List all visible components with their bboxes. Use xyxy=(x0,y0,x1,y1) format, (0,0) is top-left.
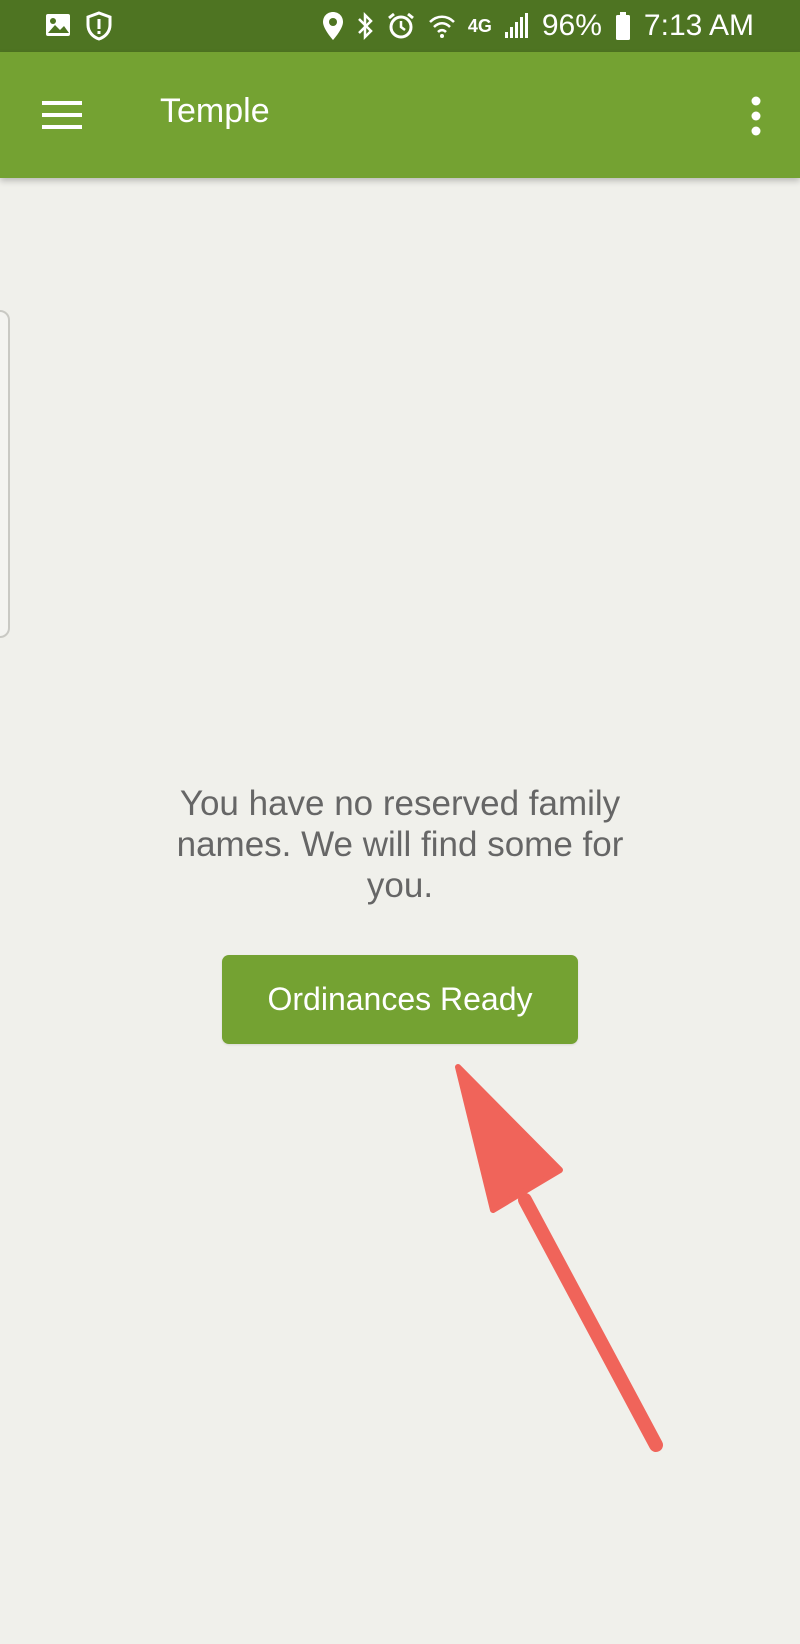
ordinances-ready-button[interactable]: Ordinances Ready xyxy=(222,955,578,1044)
empty-state-message: You have no reserved family names. We wi… xyxy=(176,784,624,905)
battery-icon xyxy=(615,12,630,40)
battery-percent: 96% xyxy=(541,9,602,42)
shield-alert-icon xyxy=(86,11,112,41)
bluetooth-icon xyxy=(357,11,373,41)
network-4g-icon: 4G xyxy=(467,15,492,36)
wifi-icon xyxy=(428,15,455,38)
hamburger-menu-icon[interactable] xyxy=(40,98,84,132)
app-bar: Temple xyxy=(0,52,800,178)
more-vertical-icon[interactable] xyxy=(748,96,764,136)
status-left-icons xyxy=(44,11,112,41)
status-bar: 4G 96% 7:13 AM xyxy=(0,0,800,52)
side-drawer-handle[interactable] xyxy=(0,310,10,638)
page-title: Temple xyxy=(160,92,270,130)
status-time: 7:13 AM xyxy=(643,9,754,42)
location-pin-icon xyxy=(322,12,343,40)
signal-icon xyxy=(504,13,528,38)
image-icon xyxy=(46,14,70,36)
status-right-icons: 4G 96% 7:13 AM xyxy=(322,0,754,52)
alarm-icon xyxy=(387,12,414,39)
